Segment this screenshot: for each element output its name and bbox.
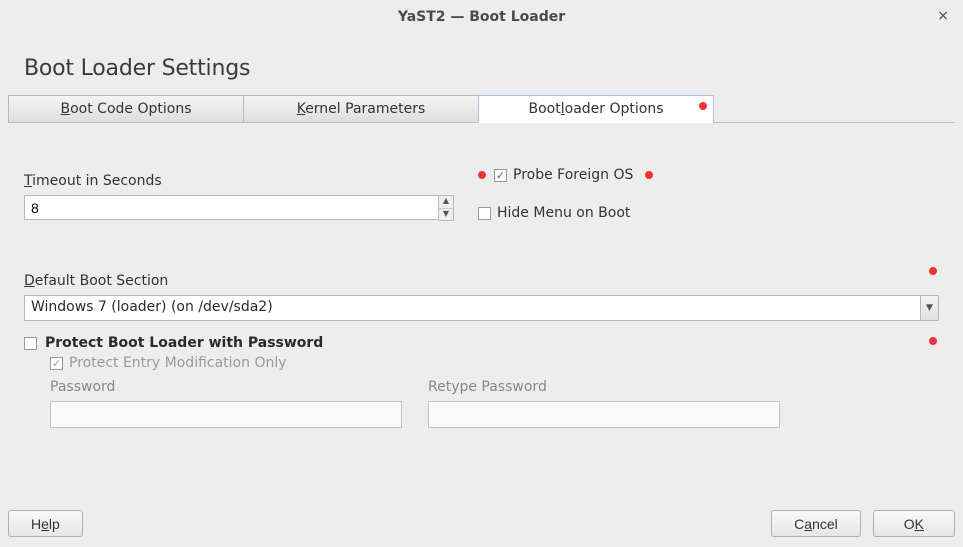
ok-button[interactable]: OK: [873, 510, 955, 537]
modified-indicator-icon: [478, 171, 486, 179]
checkbox-icon[interactable]: [24, 337, 37, 350]
checkbox-icon[interactable]: [494, 169, 507, 182]
hide-menu-checkbox[interactable]: Hide Menu on Boot: [478, 205, 939, 221]
spinner-down-icon[interactable]: ▼: [439, 208, 453, 220]
tabs: Boot Code Options Kernel Parameters Boot…: [8, 95, 955, 123]
default-boot-label: Default Boot Section: [24, 273, 939, 289]
protect-password-checkbox[interactable]: Protect Boot Loader with Password: [24, 335, 939, 351]
timeout-input[interactable]: [24, 195, 439, 220]
modified-indicator-icon: [699, 102, 707, 110]
tab-panel-bootloader-options: Timeout in Seconds ▲ ▼ Probe Foreign OS: [8, 122, 955, 444]
modified-indicator-icon: [929, 337, 937, 345]
close-icon[interactable]: ×: [937, 8, 949, 24]
checkbox-icon: [50, 357, 63, 370]
cancel-button[interactable]: Cancel: [771, 510, 861, 537]
default-boot-select[interactable]: Windows 7 (loader) (on /dev/sda2) ▼: [24, 295, 939, 321]
retype-password-field[interactable]: [428, 401, 780, 428]
password-field[interactable]: [50, 401, 402, 428]
dialog-footer: Help Cancel OK: [8, 510, 955, 537]
checkbox-icon[interactable]: [478, 207, 491, 220]
help-button[interactable]: Help: [8, 510, 83, 537]
retype-password-label: Retype Password: [428, 379, 780, 395]
password-label: Password: [50, 379, 402, 395]
titlebar: YaST2 — Boot Loader ×: [0, 0, 963, 34]
timeout-spinner[interactable]: ▲ ▼: [24, 195, 454, 221]
tab-boot-code-options[interactable]: Boot Code Options: [8, 95, 244, 123]
timeout-label: Timeout in Seconds: [24, 173, 454, 189]
modified-indicator-icon: [929, 267, 937, 275]
window-title: YaST2 — Boot Loader: [398, 9, 565, 25]
protect-entry-modification-checkbox: Protect Entry Modification Only: [50, 355, 939, 371]
page-title: Boot Loader Settings: [24, 56, 955, 81]
tab-bootloader-options[interactable]: Bootloader Options: [478, 95, 714, 123]
modified-indicator-icon: [645, 171, 653, 179]
chevron-down-icon[interactable]: ▼: [921, 295, 939, 321]
probe-foreign-os-checkbox[interactable]: Probe Foreign OS: [478, 167, 939, 183]
spinner-up-icon[interactable]: ▲: [439, 196, 453, 208]
default-boot-section: Default Boot Section Windows 7 (loader) …: [24, 273, 939, 321]
tab-kernel-parameters[interactable]: Kernel Parameters: [243, 95, 479, 123]
default-boot-value: Windows 7 (loader) (on /dev/sda2): [24, 295, 921, 321]
